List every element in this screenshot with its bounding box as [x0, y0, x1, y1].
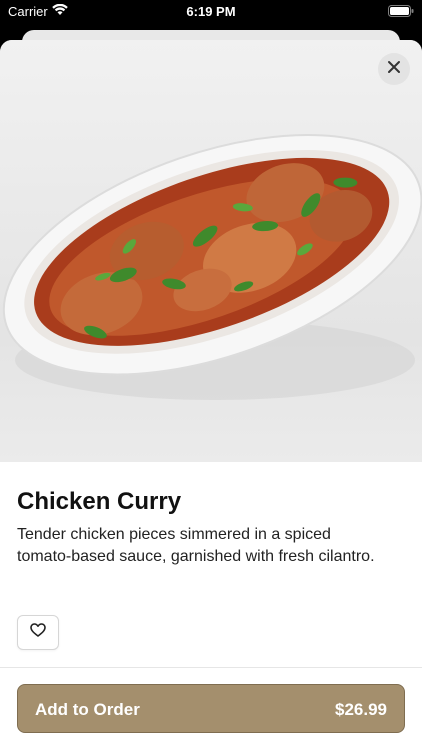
item-photo: [0, 40, 422, 462]
curry-dish-illustration: [2, 133, 422, 400]
status-bar: Carrier 6:19 PM: [0, 0, 422, 24]
close-button[interactable]: [378, 53, 410, 85]
add-to-order-button[interactable]: Add to Order $26.99: [17, 684, 405, 733]
item-detail-sheet: Chicken Curry Tender chicken pieces simm…: [0, 40, 422, 750]
item-price: $26.99: [335, 700, 387, 719]
close-icon: [387, 60, 401, 79]
item-description: Tender chicken pieces simmered in a spic…: [17, 526, 375, 565]
add-to-order-label: Add to Order: [35, 700, 140, 719]
item-title: Chicken Curry: [17, 488, 182, 515]
footer-divider: [0, 667, 422, 668]
battery-icon: [388, 5, 414, 20]
heart-outline-icon: [30, 623, 46, 642]
favorite-button[interactable]: [17, 615, 59, 650]
status-time: 6:19 PM: [186, 4, 236, 19]
